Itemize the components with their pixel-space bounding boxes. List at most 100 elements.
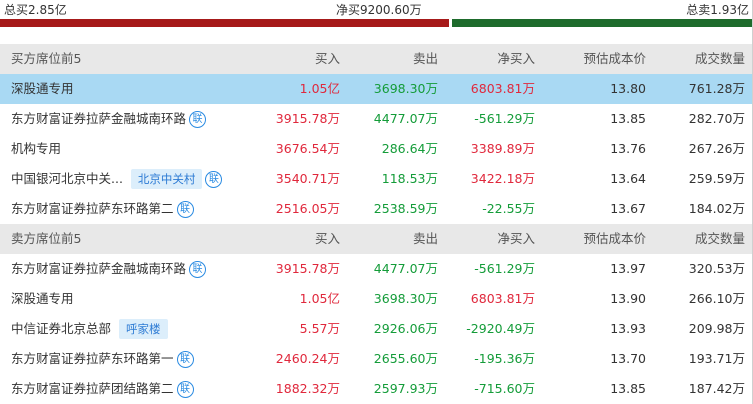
- col-sell: 卖出: [412, 231, 438, 246]
- seat-name-wrap: 东方财富证券拉萨东环路第一联: [11, 344, 194, 374]
- sell-value: 2597.93万: [373, 381, 438, 396]
- seat-name-cell: 机构专用: [11, 134, 61, 164]
- sell-value: 2655.60万: [373, 351, 438, 366]
- seat-name-wrap: 中国银河北京中关... 北京中关村联: [11, 164, 223, 194]
- volume-value: 320.53万: [688, 261, 745, 276]
- cost-value: 13.70: [610, 351, 646, 366]
- sell-value: 2538.59万: [373, 201, 438, 216]
- net-value: 3422.18万: [470, 171, 535, 186]
- seat-name[interactable]: 深股通专用: [11, 284, 74, 314]
- sell-value: 3698.30万: [373, 291, 438, 306]
- seat-row[interactable]: 中信证券北京总部 呼家楼 5.57万 2926.06万 -2920.49万 13.93 20…: [0, 314, 753, 344]
- cost-value: 13.64: [610, 171, 646, 186]
- sell-ratio-fill: [452, 19, 753, 27]
- buy-value: 3915.78万: [275, 111, 340, 126]
- sell-section-header: 卖方席位前5 买入 卖出 净买入 预估成本价 成交数量: [0, 224, 753, 254]
- seat-name[interactable]: 东方财富证券拉萨东环路第二: [11, 194, 174, 224]
- branch-tag[interactable]: 北京中关村: [130, 169, 203, 189]
- buy-value: 3915.78万: [275, 261, 340, 276]
- sell-value: 286.64万: [381, 141, 438, 156]
- buy-value: 1.05亿: [299, 291, 340, 306]
- net-value: -2920.49万: [466, 321, 535, 336]
- total-buy-label: 总买2.85亿: [4, 3, 67, 17]
- sell-section-title: 卖方席位前5: [11, 231, 82, 246]
- cost-value: 13.93: [610, 321, 646, 336]
- col-cost: 预估成本价: [583, 231, 646, 246]
- sell-value: 4477.07万: [373, 111, 438, 126]
- seat-row[interactable]: 东方财富证券拉萨东环路第一联 2460.24万 2655.60万 -195.36万 13…: [0, 344, 753, 374]
- col-buy: 买入: [314, 231, 340, 246]
- seat-name[interactable]: 中国银河北京中关...: [11, 164, 123, 194]
- net-value: -22.55万: [482, 201, 535, 216]
- buy-section-title: 买方席位前5: [11, 51, 82, 66]
- cost-value: 13.80: [610, 81, 646, 96]
- net-value: -561.29万: [474, 111, 535, 126]
- net-value: 3389.89万: [470, 141, 535, 156]
- col-cost: 预估成本价: [583, 51, 646, 66]
- buy-value: 5.57万: [299, 321, 340, 336]
- seat-row[interactable]: 东方财富证券拉萨金融城南环路联 3915.78万 4477.07万 -561.29万 1…: [0, 104, 753, 134]
- lian-badge-icon[interactable]: 联: [205, 170, 223, 188]
- cost-value: 13.97: [610, 261, 646, 276]
- seat-name[interactable]: 中信证券北京总部: [11, 314, 111, 344]
- seat-name-cell: 东方财富证券拉萨团结路第二联: [11, 374, 194, 404]
- net-value: 6803.81万: [470, 81, 535, 96]
- cost-value: 13.90: [610, 291, 646, 306]
- seat-row[interactable]: 东方财富证券拉萨东环路第二联 2516.05万 2538.59万 -22.55万 13.…: [0, 194, 753, 224]
- volume-value: 187.42万: [688, 381, 745, 396]
- sell-value: 118.53万: [381, 171, 438, 186]
- net-buy-label: 净买9200.60万: [336, 3, 422, 17]
- cost-value: 13.67: [610, 201, 646, 216]
- lian-badge-icon[interactable]: 联: [189, 110, 207, 128]
- seat-name-wrap: 东方财富证券拉萨金融城南环路联: [11, 104, 207, 134]
- seat-name[interactable]: 机构专用: [11, 134, 61, 164]
- volume-value: 193.71万: [688, 351, 745, 366]
- total-sell-label: 总卖1.93亿: [686, 3, 749, 17]
- sell-value: 2926.06万: [373, 321, 438, 336]
- seat-name-wrap: 中信证券北京总部 呼家楼: [11, 314, 168, 344]
- buy-value: 2460.24万: [275, 351, 340, 366]
- seat-tables: 买方席位前5 买入 卖出 净买入 预估成本价 成交数量 深股通专用 1.05亿 36…: [0, 44, 753, 404]
- branch-tag[interactable]: 呼家楼: [119, 319, 168, 339]
- volume-value: 184.02万: [688, 201, 745, 216]
- net-value: -715.60万: [474, 381, 535, 396]
- buy-ratio-fill: [0, 19, 449, 27]
- seat-name[interactable]: 东方财富证券拉萨金融城南环路: [11, 104, 186, 134]
- seat-name-wrap: 深股通专用: [11, 74, 74, 104]
- summary-bar: 总买2.85亿 净买9200.60万 总卖1.93亿: [0, 0, 753, 18]
- seat-name[interactable]: 东方财富证券拉萨团结路第二: [11, 374, 174, 404]
- seat-name[interactable]: 东方财富证券拉萨金融城南环路: [11, 254, 186, 284]
- lian-badge-icon[interactable]: 联: [176, 200, 194, 218]
- lian-badge-icon[interactable]: 联: [176, 350, 194, 368]
- seat-row[interactable]: 深股通专用 1.05亿 3698.30万 6803.81万 13.90 266.10万: [0, 284, 753, 314]
- buy-section-header: 买方席位前5 买入 卖出 净买入 预估成本价 成交数量: [0, 44, 753, 74]
- seat-name-cell: 深股通专用: [11, 284, 74, 314]
- sell-seat-list: 东方财富证券拉萨金融城南环路联 3915.78万 4477.07万 -561.29万 1…: [0, 254, 753, 404]
- seat-name-cell: 东方财富证券拉萨金融城南环路联: [11, 254, 207, 284]
- seat-row[interactable]: 中国银河北京中关... 北京中关村联 3540.71万 118.53万 3422.18万…: [0, 164, 753, 194]
- net-value: -195.36万: [474, 351, 535, 366]
- seat-row[interactable]: 东方财富证券拉萨团结路第二联 1882.32万 2597.93万 -715.60万 13…: [0, 374, 753, 404]
- col-vol: 成交数量: [694, 231, 745, 246]
- cost-value: 13.85: [610, 381, 646, 396]
- lian-badge-icon[interactable]: 联: [176, 380, 194, 398]
- buy-seat-list: 深股通专用 1.05亿 3698.30万 6803.81万 13.80 761.28万 东方…: [0, 74, 753, 224]
- seat-name-wrap: 东方财富证券拉萨金融城南环路联: [11, 254, 207, 284]
- seat-name-wrap: 东方财富证券拉萨东环路第二联: [11, 194, 194, 224]
- seat-name-wrap: 深股通专用: [11, 284, 74, 314]
- seat-row[interactable]: 东方财富证券拉萨金融城南环路联 3915.78万 4477.07万 -561.29万 1…: [0, 254, 753, 284]
- seat-name-cell: 中国银河北京中关... 北京中关村联: [11, 164, 223, 194]
- seat-row[interactable]: 机构专用 3676.54万 286.64万 3389.89万 13.76 267.26万: [0, 134, 753, 164]
- net-value: 6803.81万: [470, 291, 535, 306]
- col-sell: 卖出: [412, 51, 438, 66]
- lian-badge-icon[interactable]: 联: [189, 260, 207, 278]
- seat-row[interactable]: 深股通专用 1.05亿 3698.30万 6803.81万 13.80 761.28万: [0, 74, 753, 104]
- seat-name[interactable]: 深股通专用: [11, 74, 74, 104]
- seat-name-cell: 东方财富证券拉萨东环路第一联: [11, 344, 194, 374]
- buy-value: 1.05亿: [299, 81, 340, 96]
- seat-name[interactable]: 东方财富证券拉萨东环路第一: [11, 344, 174, 374]
- cost-value: 13.76: [610, 141, 646, 156]
- buy-value: 3540.71万: [275, 171, 340, 186]
- col-vol: 成交数量: [694, 51, 745, 66]
- seat-name-cell: 中信证券北京总部 呼家楼: [11, 314, 168, 344]
